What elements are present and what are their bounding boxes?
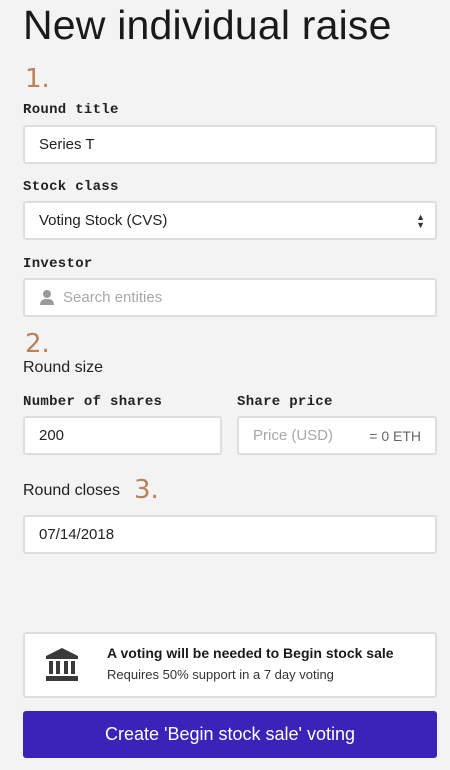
number-of-shares-input[interactable]: 200 — [23, 416, 222, 455]
notice-title: A voting will be needed to Begin stock s… — [107, 645, 394, 661]
stock-class-selected-value: Voting Stock (CVS) — [39, 212, 168, 229]
create-voting-button[interactable]: Create 'Begin stock sale' voting — [23, 711, 437, 758]
round-size-label: Round size — [23, 359, 104, 376]
voting-notice: A voting will be needed to Begin stock s… — [23, 632, 437, 698]
investor-search-placeholder: Search entities — [63, 289, 163, 306]
round-title-label: Round title — [23, 102, 119, 118]
round-closes-date-input[interactable]: 07/14/2018 — [23, 515, 437, 554]
select-arrows-icon: ▲ ▼ — [416, 211, 425, 230]
investor-search-input[interactable]: Search entities — [23, 278, 437, 317]
stock-class-label: Stock class — [23, 179, 119, 195]
person-icon — [39, 289, 55, 306]
share-price-placeholder: Price (USD) — [253, 427, 334, 444]
new-raise-page: New individual raise 1. Round title Seri… — [0, 0, 450, 770]
step-3-marker: 3. — [134, 475, 159, 505]
page-title: New individual raise — [23, 2, 392, 48]
number-of-shares-value: 200 — [39, 427, 65, 444]
bank-icon — [46, 648, 78, 681]
stock-class-select[interactable]: Voting Stock (CVS) ▲ ▼ — [23, 201, 437, 240]
number-of-shares-label: Number of shares — [23, 394, 163, 410]
investor-label: Investor — [23, 256, 93, 272]
round-closes-date-value: 07/14/2018 — [39, 526, 115, 543]
share-price-input[interactable]: Price (USD) = 0 ETH — [237, 416, 437, 455]
notice-subtitle: Requires 50% support in a 7 day voting — [107, 667, 334, 682]
round-closes-label: Round closes — [23, 482, 120, 499]
step-1-marker: 1. — [25, 64, 50, 94]
round-title-input[interactable]: Series T — [23, 125, 437, 164]
share-price-label: Share price — [237, 394, 333, 410]
share-price-eth-equivalent: = 0 ETH — [369, 427, 421, 444]
round-title-value: Series T — [39, 136, 95, 153]
step-2-marker: 2. — [25, 329, 50, 359]
